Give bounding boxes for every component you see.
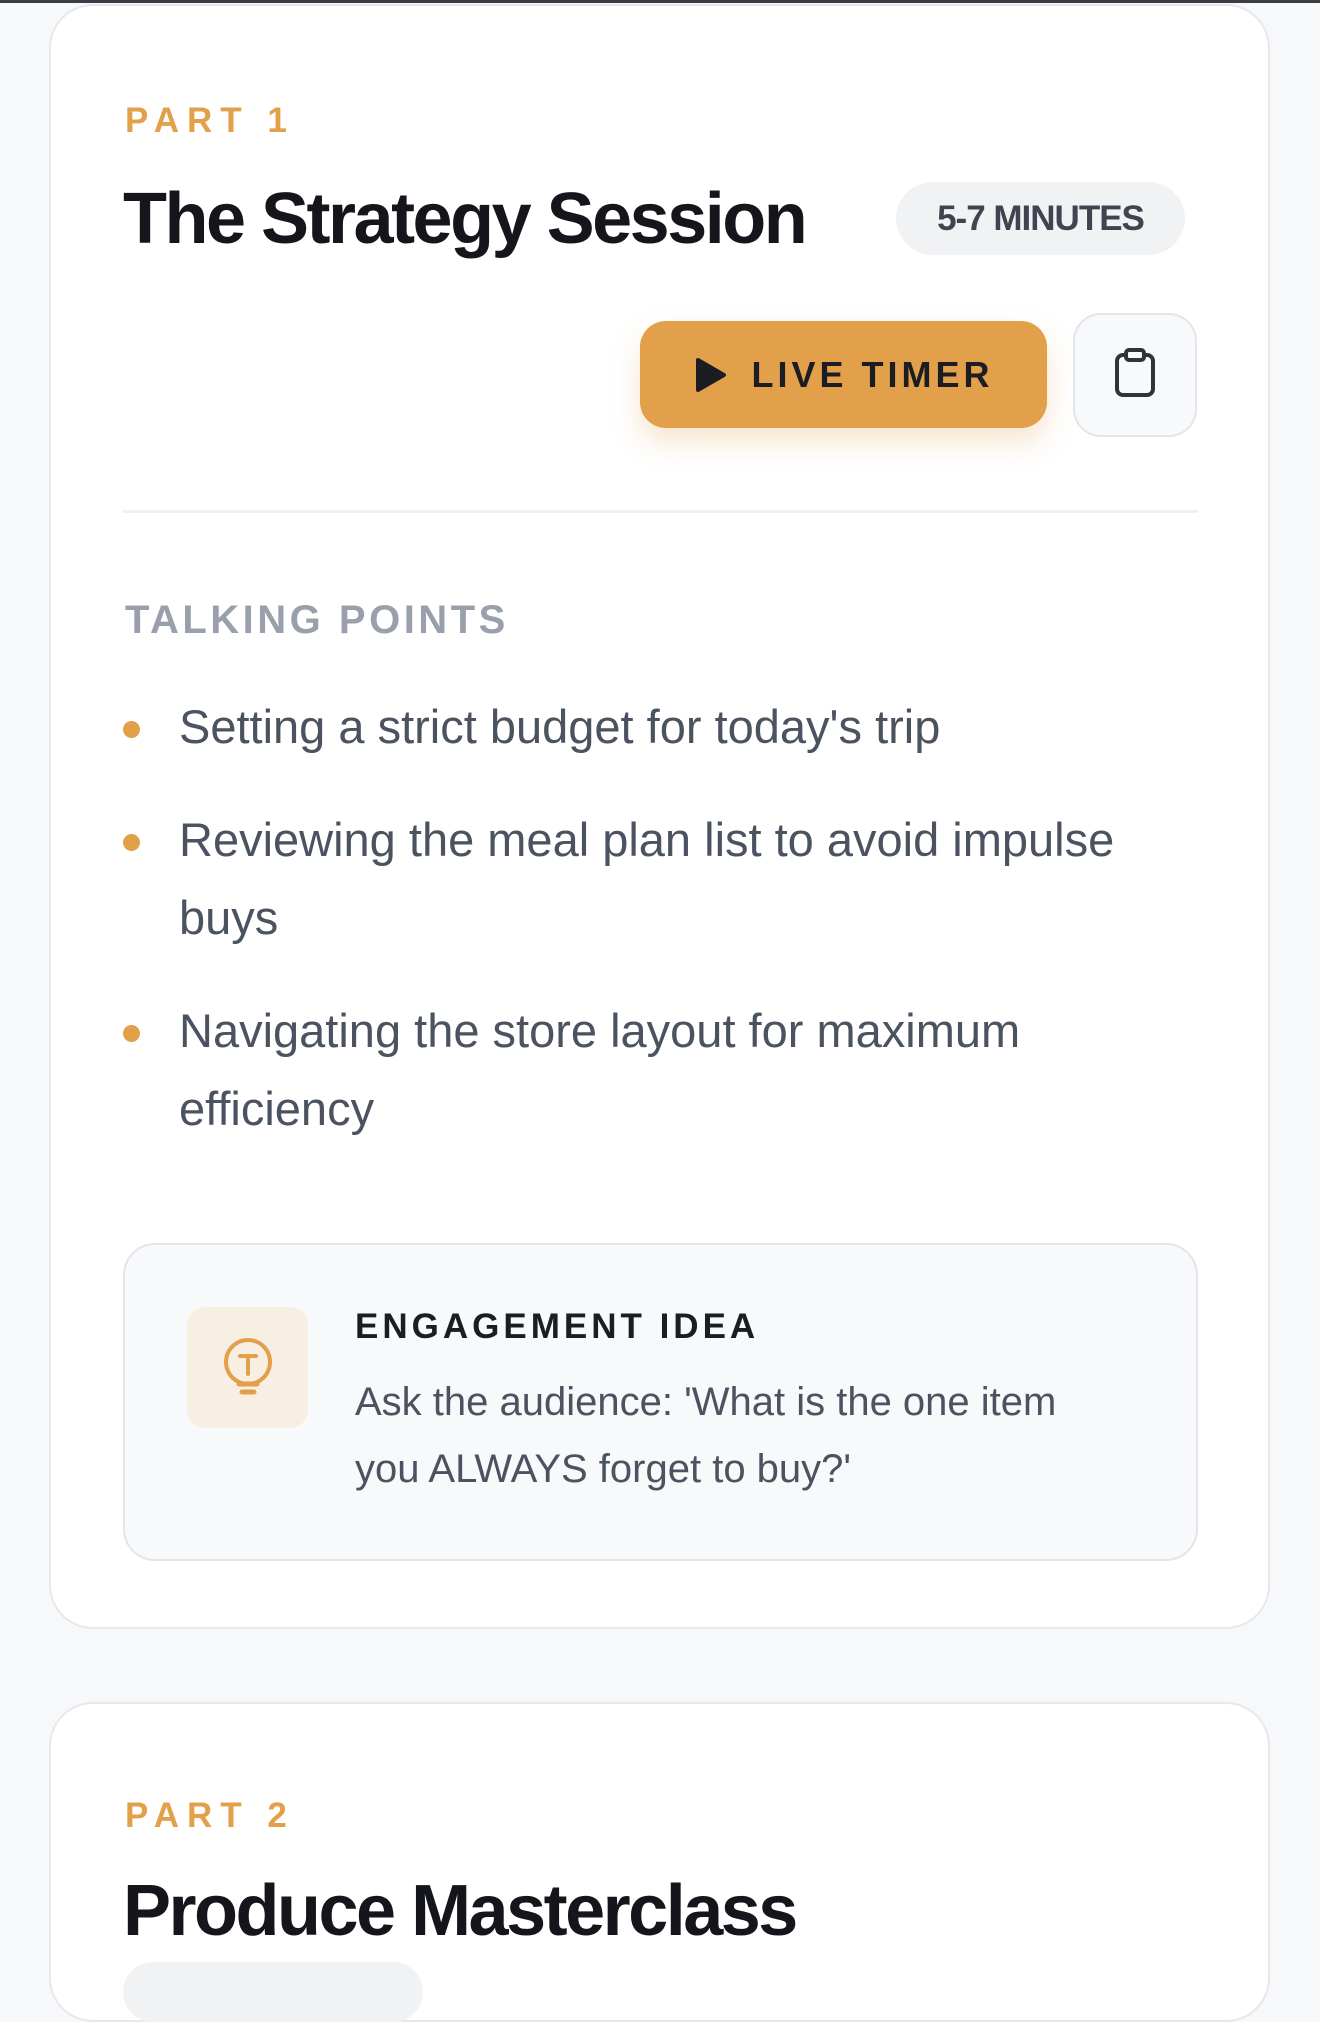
duration-badge (123, 1962, 423, 2022)
part-label: PART 2 (125, 1796, 295, 1835)
engagement-idea-text: Ask the audience: 'What is the one item … (355, 1380, 1057, 1491)
segment-title: The Strategy Session (123, 179, 808, 259)
copy-button[interactable] (1073, 313, 1197, 437)
segment-card-part-2: PART 2 Produce Masterclass (49, 1702, 1270, 2022)
live-timer-label: LIVE TIMER (751, 353, 994, 395)
engagement-idea-title: ENGAGEMENT IDEA (355, 1307, 760, 1346)
talking-points-list: Setting a strict budget for today's trip… (123, 688, 1203, 1183)
bullet-dot (123, 1025, 140, 1042)
talking-point: Reviewing the meal plan list to avoid im… (123, 801, 1203, 957)
clipboard-icon (1113, 347, 1157, 403)
talking-point-text: Reviewing the meal plan list to avoid im… (179, 813, 1115, 944)
live-timer-button[interactable]: LIVE TIMER (640, 321, 1047, 428)
talking-point: Navigating the store layout for maximum … (123, 992, 1203, 1148)
part-label: PART 1 (125, 101, 295, 140)
duration-badge: 5-7 MINUTES (896, 182, 1185, 255)
segment-card-part-1: PART 1 The Strategy Session 5-7 MINUTES … (49, 4, 1270, 1629)
bullet-dot (123, 721, 140, 738)
segment-title: Produce Masterclass (123, 1871, 798, 1951)
talking-points-heading: TALKING POINTS (125, 598, 509, 642)
section-divider (123, 510, 1198, 513)
window-top-edge (0, 0, 1320, 3)
lightbulb-icon (187, 1307, 308, 1428)
play-icon (693, 356, 729, 394)
talking-point-text: Navigating the store layout for maximum … (179, 1004, 1021, 1135)
bullet-dot (123, 834, 140, 851)
talking-point-text: Setting a strict budget for today's trip (179, 700, 941, 753)
talking-point: Setting a strict budget for today's trip (123, 688, 1203, 766)
engagement-idea-box: ENGAGEMENT IDEA Ask the audience: 'What … (123, 1243, 1198, 1561)
